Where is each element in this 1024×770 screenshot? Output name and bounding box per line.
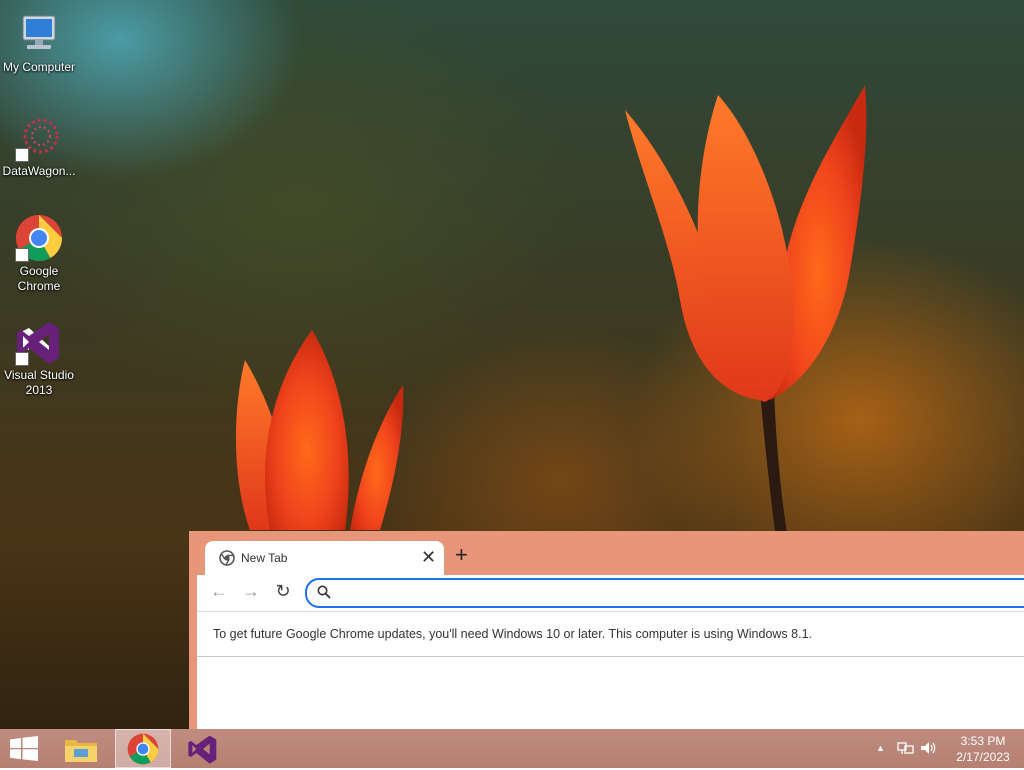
chrome-icon [127, 733, 159, 770]
taskbar-google-chrome[interactable] [115, 729, 171, 768]
datawagon-icon [15, 114, 63, 162]
taskbar: ▲ 3:53 PM 2/17/2023 [0, 729, 1024, 768]
infobar-message: To get future Google Chrome updates, you… [213, 627, 812, 641]
desktop-icon-label: Visual Studio 2013 [4, 368, 74, 397]
reload-button[interactable]: ↻ [271, 581, 295, 602]
tab-close-icon[interactable]: ✕ [421, 547, 436, 568]
show-hidden-icons-button[interactable]: ▲ [876, 743, 885, 753]
forward-button[interactable]: → [239, 581, 263, 602]
chrome-favicon-icon [219, 550, 235, 566]
shortcut-arrow-icon [15, 148, 29, 162]
taskbar-visual-studio[interactable] [177, 729, 233, 768]
network-icon[interactable] [897, 740, 915, 759]
desktop-icon-google-chrome[interactable]: Google Chrome [0, 206, 78, 294]
start-button[interactable] [0, 729, 56, 768]
speaker-icon[interactable] [920, 740, 938, 759]
folder-icon [64, 735, 98, 768]
desktop-icon-label: Google Chrome [17, 264, 61, 293]
new-tab-button[interactable]: + [455, 543, 468, 567]
desktop-icon-datawagon[interactable]: DataWagon... [0, 106, 78, 179]
back-button[interactable]: ← [207, 581, 231, 602]
system-clock[interactable]: 3:53 PM 2/17/2023 [950, 733, 1016, 765]
chrome-icon [15, 214, 63, 262]
update-infobar: To get future Google Chrome updates, you… [197, 611, 1024, 657]
computer-icon [15, 10, 63, 58]
search-icon [317, 585, 331, 604]
page-content [197, 657, 1024, 730]
clock-time: 3:53 PM [960, 734, 1006, 748]
taskbar-file-explorer[interactable] [55, 729, 111, 768]
browser-toolbar: ← → ↻ [197, 575, 1024, 611]
clock-date: 2/17/2023 [956, 750, 1010, 764]
shortcut-arrow-icon [15, 352, 29, 366]
visual-studio-icon [15, 318, 63, 366]
shortcut-arrow-icon [15, 248, 29, 262]
desktop-icon-label: My Computer [2, 60, 76, 74]
desktop-icon-label: DataWagon... [2, 164, 76, 178]
tab-new-tab[interactable]: New Tab ✕ [205, 541, 444, 575]
address-bar[interactable] [305, 578, 1024, 608]
desktop-icon-my-computer[interactable]: My Computer [0, 2, 78, 75]
visual-studio-icon [187, 733, 219, 770]
address-input[interactable] [339, 583, 993, 603]
windows-logo-icon [10, 736, 38, 766]
tab-title: New Tab [241, 551, 288, 565]
desktop-icon-visual-studio[interactable]: Visual Studio 2013 [0, 310, 78, 398]
chrome-window[interactable]: New Tab ✕ + ← → ↻ To get future Google C… [189, 531, 1024, 730]
